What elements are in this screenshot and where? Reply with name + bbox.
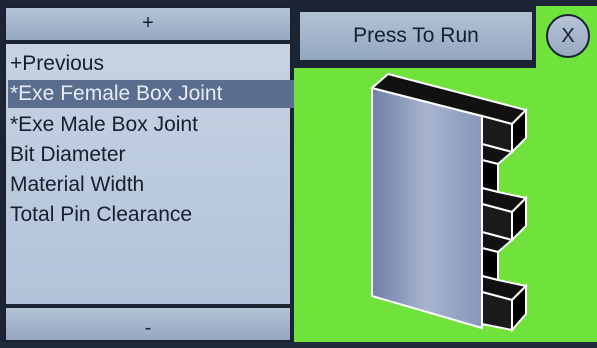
scroll-down-button[interactable]: - bbox=[4, 306, 292, 342]
close-button[interactable]: X bbox=[546, 14, 590, 58]
touchscreen: + +Previous *Exe Female Box Joint *Exe M… bbox=[0, 0, 597, 342]
female-box-joint-icon bbox=[369, 72, 529, 333]
menu-item-male-box-joint[interactable]: *Exe Male Box Joint bbox=[10, 111, 290, 139]
menu-item-female-box-joint[interactable]: *Exe Female Box Joint bbox=[8, 80, 294, 108]
menu-item-material-width[interactable]: Material Width bbox=[10, 171, 290, 199]
menu-item-total-pin-clearance[interactable]: Total Pin Clearance bbox=[10, 201, 290, 229]
menu-list: +Previous *Exe Female Box Joint *Exe Mal… bbox=[4, 44, 294, 304]
menu-item-bit-diameter[interactable]: Bit Diameter bbox=[10, 141, 290, 169]
press-to-run-button[interactable]: Press To Run bbox=[298, 10, 534, 62]
scroll-up-button[interactable]: + bbox=[4, 6, 292, 42]
menu-item-previous[interactable]: +Previous bbox=[10, 50, 290, 78]
